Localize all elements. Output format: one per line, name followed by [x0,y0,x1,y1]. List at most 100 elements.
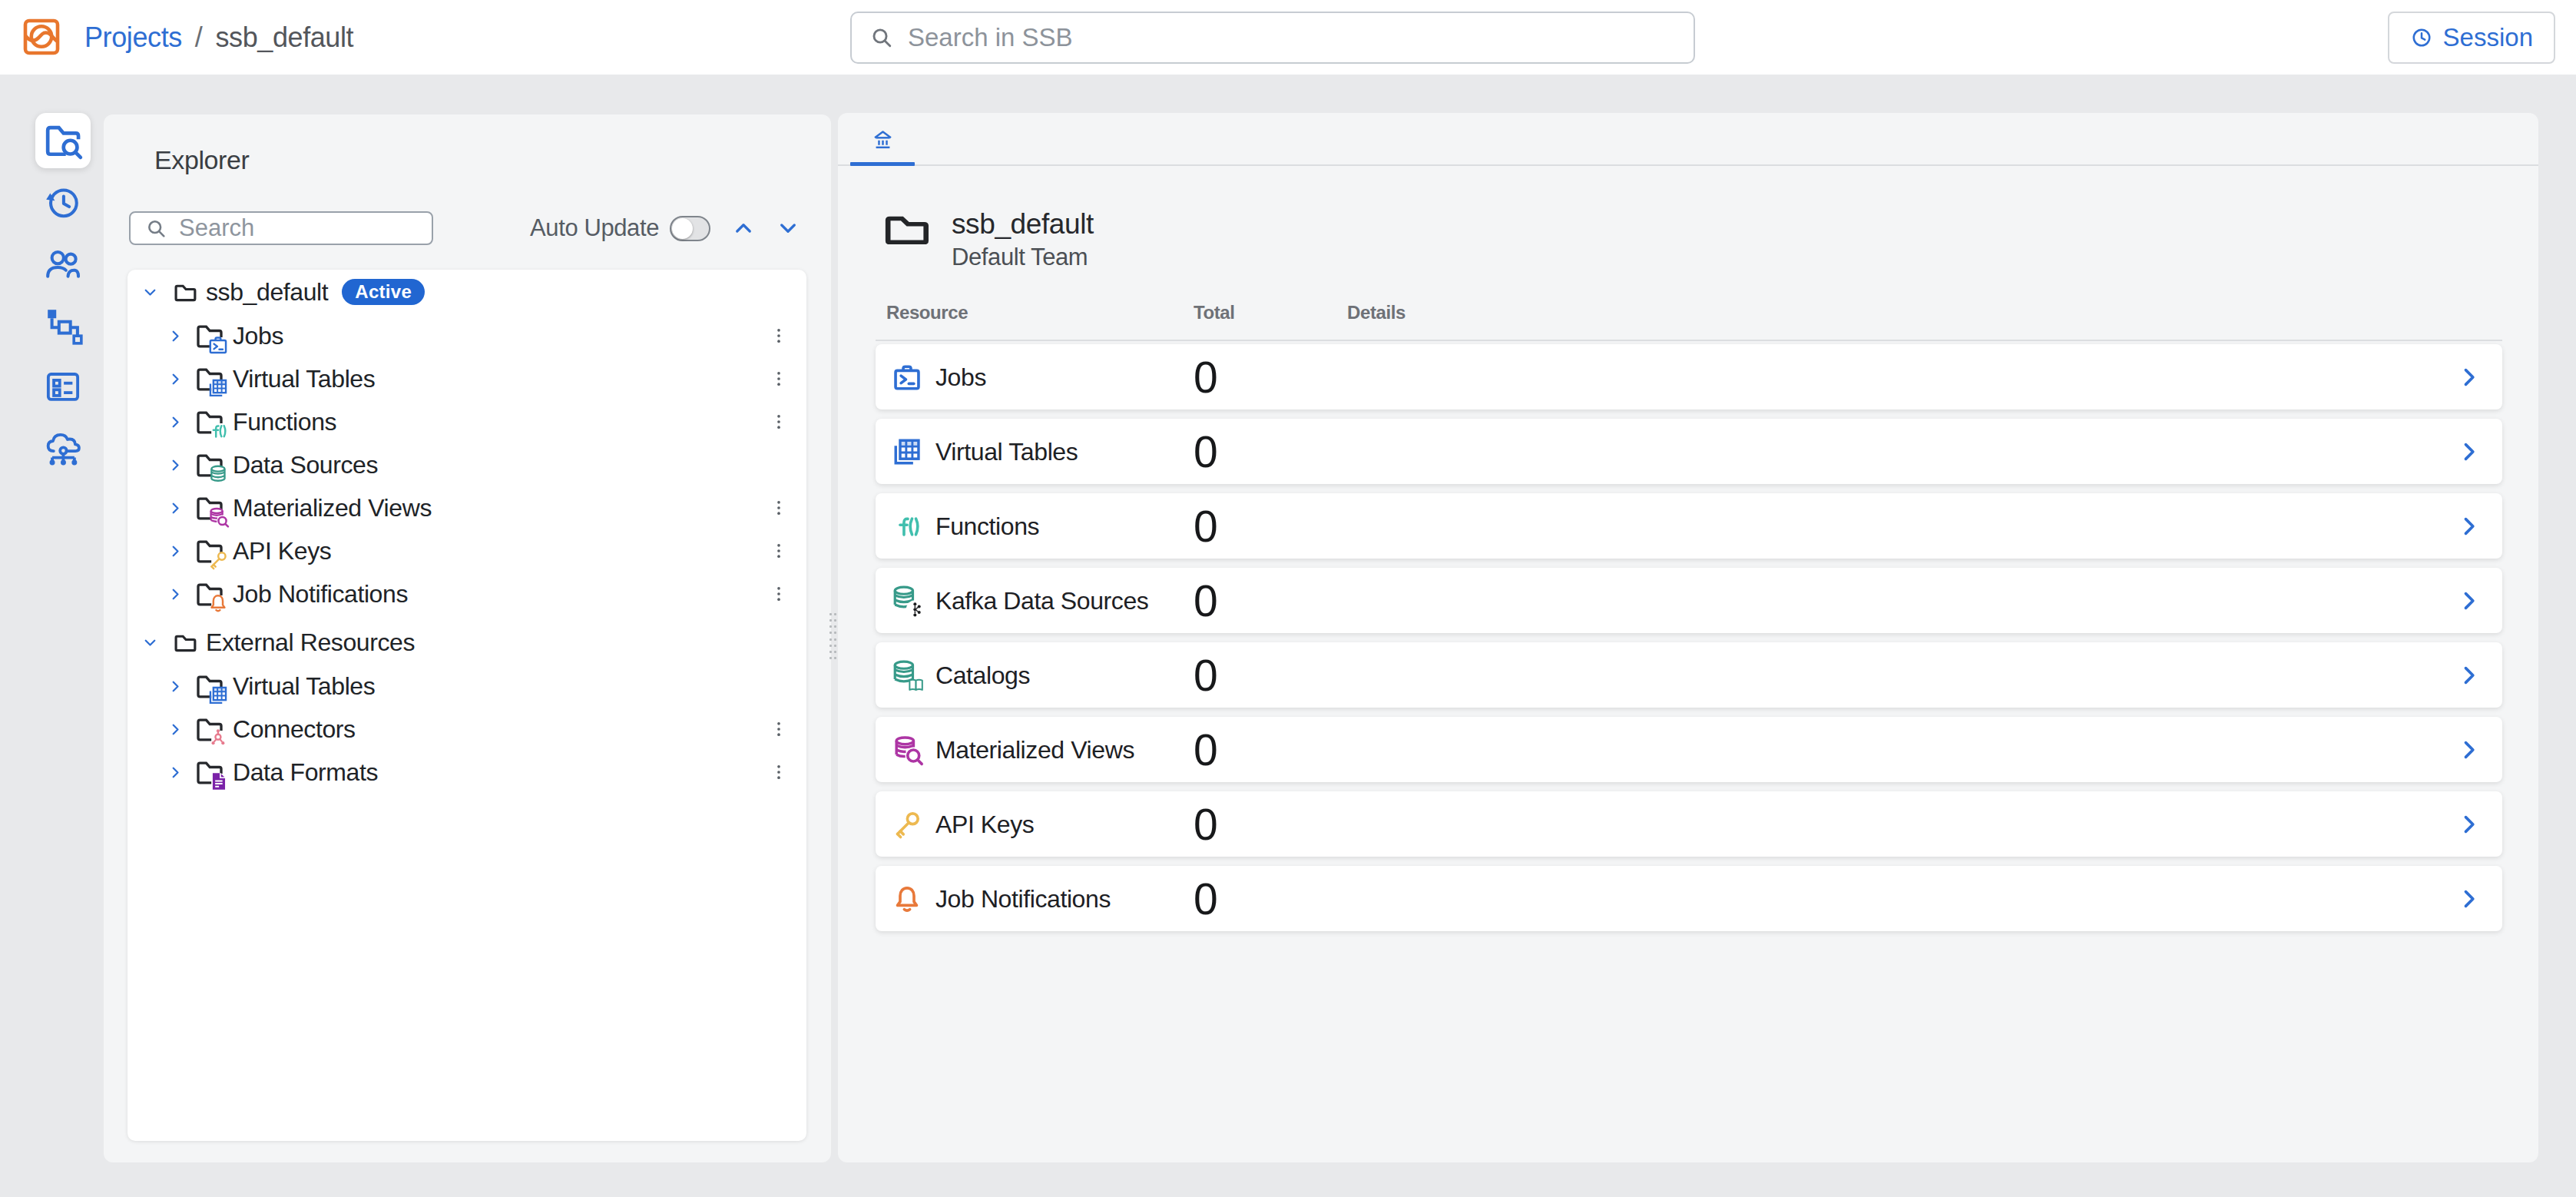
resource-row-functions[interactable]: Functions 0 [876,493,2502,559]
rail-teams-button[interactable] [35,236,91,291]
chevron-right-icon[interactable] [167,678,184,695]
virtual-tables-icon [194,363,224,394]
chevron-right-icon[interactable] [2456,439,2482,465]
tree-item-label: Job Notifications [233,580,408,608]
tree-row-virtual-tables[interactable]: Virtual Tables [127,357,806,400]
tree-item-label: Functions [233,408,336,436]
chevron-right-icon[interactable] [167,371,184,387]
icon-rail [35,113,91,482]
app-logo-icon[interactable] [22,18,61,56]
console-form-icon [42,366,84,407]
breadcrumb-current-project: ssb_default [215,22,353,54]
tab-strip [838,113,2538,166]
tree-row-job-notifications[interactable]: Job Notifications [127,572,806,615]
chevron-right-icon[interactable] [167,500,184,516]
expand-all-button[interactable] [776,217,800,240]
materialized-views-icon [889,732,925,768]
tree-row-jobs[interactable]: Jobs [127,314,806,357]
chevron-right-icon[interactable] [2456,737,2482,763]
job-notifications-icon [194,579,224,609]
resource-total: 0 [1194,650,1217,701]
kebab-menu-icon[interactable] [767,757,790,788]
explorer-search [129,211,433,245]
resource-list: Jobs 0 Virtual Tables 0 Functions 0 [876,344,2502,940]
kebab-menu-icon[interactable] [767,536,790,566]
chevron-right-icon[interactable] [2456,588,2482,614]
chevron-right-icon[interactable] [2456,811,2482,837]
chevron-right-icon[interactable] [2456,513,2482,539]
auto-update-toggle[interactable] [670,216,710,241]
cloud-cluster-icon [42,427,84,469]
rail-flow-button[interactable] [35,297,91,353]
resource-row-materialized-views[interactable]: Materialized Views 0 [876,717,2502,782]
chevron-right-icon[interactable] [2456,662,2482,688]
tree-row-data-formats[interactable]: Data Formats [127,751,806,794]
kebab-menu-icon[interactable] [767,714,790,744]
page-subtitle: Default Team [952,243,1094,272]
kebab-menu-icon[interactable] [767,492,790,523]
tree-row-functions[interactable]: Functions [127,400,806,443]
resource-label: Virtual Tables [935,437,1078,466]
materialized-views-icon [194,492,224,523]
chevron-right-icon[interactable] [167,721,184,738]
rail-history-button[interactable] [35,174,91,230]
chevron-right-icon[interactable] [2456,886,2482,912]
resource-row-job-notifications[interactable]: Job Notifications 0 [876,866,2502,931]
chevron-right-icon[interactable] [167,764,184,781]
collapse-all-button[interactable] [732,217,755,240]
chevron-down-icon[interactable] [142,284,158,300]
chevron-right-icon[interactable] [2456,364,2482,390]
kebab-menu-icon[interactable] [767,320,790,351]
chevron-down-icon[interactable] [142,635,158,651]
functions-icon [889,509,925,544]
app-header: Projects / ssb_default Session [0,0,2576,75]
tree-row-data-sources[interactable]: Data Sources [127,443,806,486]
tree-item-label: Data Sources [233,451,378,479]
rail-cloud-button[interactable] [35,420,91,476]
breadcrumb-projects-link[interactable]: Projects [84,22,182,54]
chevron-right-icon[interactable] [167,543,184,559]
kebab-menu-icon[interactable] [767,579,790,609]
chevron-right-icon[interactable] [167,457,184,473]
resource-row-jobs[interactable]: Jobs 0 [876,344,2502,410]
tree-row-ext-virtual-tables[interactable]: Virtual Tables [127,665,806,708]
folder-icon [880,207,931,272]
session-button-label: Session [2443,23,2533,52]
resource-row-virtual-tables[interactable]: Virtual Tables 0 [876,419,2502,484]
resource-row-catalogs[interactable]: Catalogs 0 [876,642,2502,708]
chevron-right-icon[interactable] [167,414,184,430]
api-keys-icon [889,807,925,842]
tab-home[interactable] [850,113,915,166]
tree-row-connectors[interactable]: Connectors [127,708,806,751]
resource-label: Functions [935,512,1039,540]
jobs-icon [889,360,925,395]
explorer-tree: ssb_default Active Jobs Virtual Tables [127,270,806,1141]
project-heading: ssb_default Default Team [880,207,1094,272]
resource-row-api-keys[interactable]: API Keys 0 [876,791,2502,857]
session-button[interactable]: Session [2388,12,2555,64]
tree-row-external-resources[interactable]: External Resources [127,620,806,665]
rail-explorer-button[interactable] [35,113,91,168]
tree-row-api-keys[interactable]: API Keys [127,529,806,572]
search-icon [869,25,895,51]
active-tab-underline [850,162,915,166]
tree-item-label: Materialized Views [233,494,432,522]
breadcrumb-separator: / [195,22,203,54]
global-search [850,12,1695,64]
explorer-search-input[interactable] [179,214,432,242]
tree-item-label: API Keys [233,537,331,565]
breadcrumb: Projects / ssb_default [84,0,353,75]
column-header-details: Details [1347,302,1406,323]
global-search-input[interactable] [908,23,1694,52]
resource-label: Catalogs [935,661,1030,689]
chevron-right-icon[interactable] [167,586,184,602]
resource-row-kafka-data-sources[interactable]: Kafka Data Sources 0 [876,568,2502,633]
rail-console-button[interactable] [35,359,91,414]
kebab-menu-icon[interactable] [767,363,790,394]
tree-row-project[interactable]: ssb_default Active [127,270,806,314]
data-formats-icon [194,757,224,788]
virtual-tables-icon [889,434,925,469]
chevron-right-icon[interactable] [167,328,184,344]
tree-row-materialized-views[interactable]: Materialized Views [127,486,806,529]
kebab-menu-icon[interactable] [767,406,790,437]
